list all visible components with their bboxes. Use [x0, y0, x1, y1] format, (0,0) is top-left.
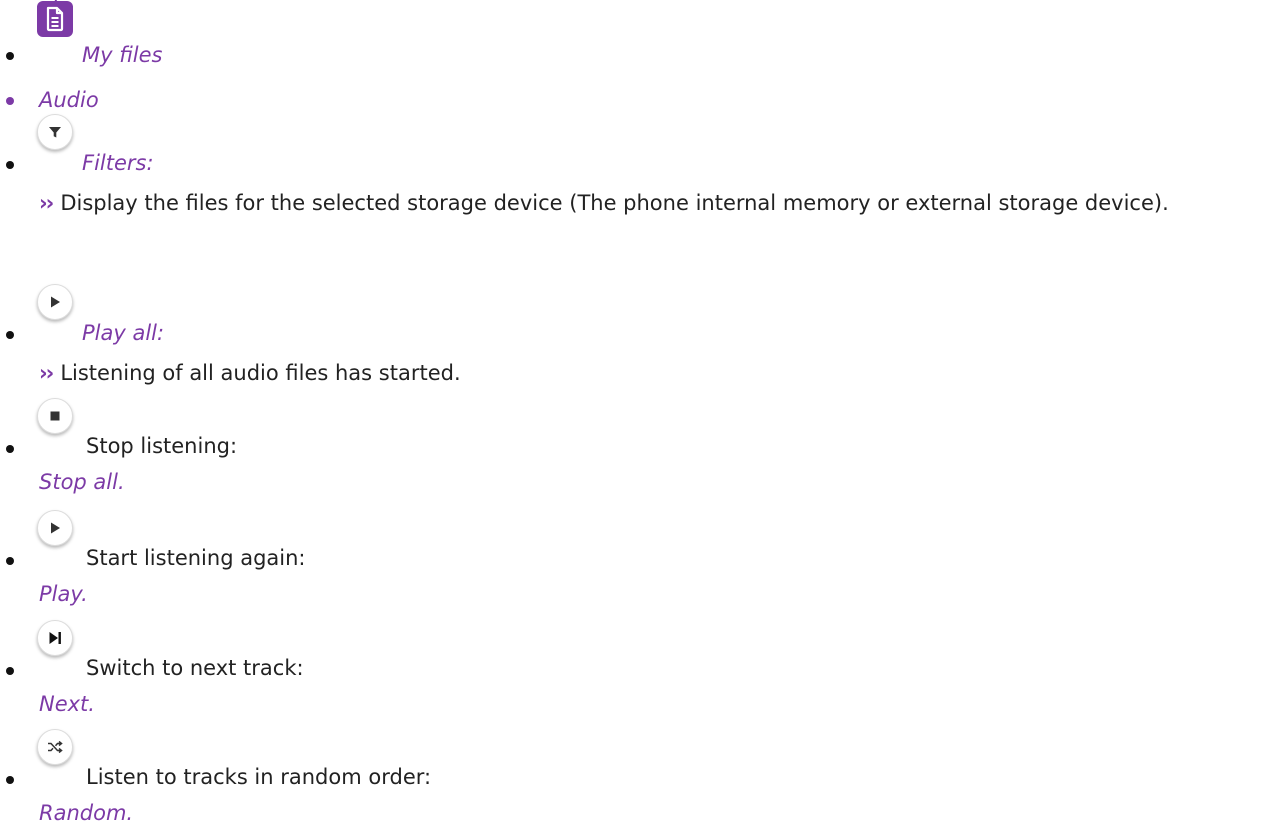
- audio-label: Audio: [39, 88, 99, 112]
- random-action: Random.: [39, 801, 134, 822]
- bullet: [6, 331, 14, 339]
- play-description: Start listening again:: [86, 546, 306, 570]
- play-all-result-text: Listening of all audio files has started…: [60, 361, 461, 385]
- bullet: [6, 97, 14, 105]
- bullet: [6, 52, 14, 60]
- shuffle-icon[interactable]: [37, 729, 73, 765]
- result-arrow-icon: ››: [39, 361, 54, 385]
- stop-icon[interactable]: [37, 398, 73, 434]
- filters-label: Filters:: [82, 151, 154, 175]
- filter-icon[interactable]: [37, 114, 73, 150]
- play-all-result: ›› Listening of all audio files has start…: [39, 359, 1269, 387]
- filters-result: ›› Display the files for the selected sto…: [39, 189, 1269, 217]
- random-description: Listen to tracks in random order:: [86, 765, 432, 789]
- bullet: [6, 667, 14, 675]
- stop-description: Stop listening:: [86, 434, 238, 458]
- next-track-icon[interactable]: [37, 620, 73, 656]
- next-action: Next.: [39, 692, 95, 716]
- bullet: [6, 445, 14, 453]
- next-description: Switch to next track:: [86, 656, 304, 680]
- result-arrow-icon: ››: [39, 191, 54, 215]
- play-action: Play.: [39, 582, 88, 606]
- stop-action: Stop all.: [39, 470, 125, 494]
- bullet: [6, 776, 14, 784]
- play-icon[interactable]: [37, 510, 73, 546]
- my-files-label: My files: [82, 43, 163, 67]
- document-icon[interactable]: [37, 1, 73, 37]
- play-all-label: Play all:: [82, 321, 165, 345]
- play-icon[interactable]: [37, 284, 73, 320]
- filters-result-text: Display the files for the selected stora…: [60, 191, 1169, 215]
- bullet: [6, 161, 14, 169]
- bullet: [6, 557, 14, 565]
